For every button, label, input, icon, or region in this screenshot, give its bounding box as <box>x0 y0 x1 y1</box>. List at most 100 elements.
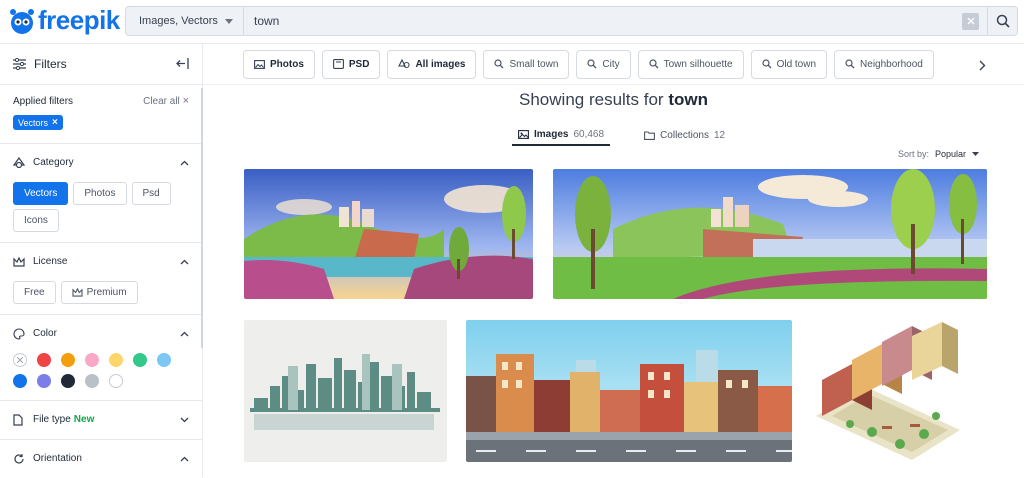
caret-down-icon <box>972 152 980 156</box>
orientation-title: Orientation <box>33 453 82 464</box>
filters-title: Filters <box>34 57 67 71</box>
result-image-1[interactable] <box>244 169 533 299</box>
category-option-photos[interactable]: Photos <box>73 181 127 205</box>
color-swatch[interactable] <box>133 352 147 367</box>
license-option-free[interactable]: Free <box>13 280 56 304</box>
crown-icon <box>13 256 27 267</box>
category-option-vectors[interactable]: Vectors <box>13 181 69 205</box>
tags-next-button[interactable] <box>979 59 986 74</box>
results-query: town <box>668 90 708 109</box>
no-color-icon <box>17 356 23 363</box>
chevron-up-icon <box>180 257 189 267</box>
result-image-5[interactable] <box>812 320 961 462</box>
result-image-4[interactable] <box>466 320 792 462</box>
category-options: Vectors Photos Psd Icons <box>13 181 189 242</box>
file-type-header[interactable]: File type New <box>13 401 189 439</box>
clear-search-button[interactable] <box>962 12 979 30</box>
color-swatch[interactable] <box>61 373 75 388</box>
chevron-up-icon <box>180 158 189 168</box>
tab-collections[interactable]: Collections 12 <box>638 124 731 146</box>
license-options: Free Premium <box>13 280 189 314</box>
tag-label: Old town <box>776 58 817 70</box>
search-icon <box>494 59 504 69</box>
chevron-up-icon <box>180 329 189 339</box>
image-icon <box>254 59 265 69</box>
license-header[interactable]: License <box>13 243 189 281</box>
color-swatch[interactable] <box>61 352 75 367</box>
search-button[interactable] <box>987 7 1017 35</box>
landscape-illustration <box>244 169 533 299</box>
tag-label: Photos <box>270 58 304 70</box>
category-title: Category <box>33 157 74 168</box>
category-icon <box>13 157 27 168</box>
search-type-select[interactable]: Images, Vectors <box>126 7 244 35</box>
tag-neighborhood[interactable]: Neighborhood <box>834 49 934 79</box>
color-header[interactable]: Color <box>13 315 189 353</box>
tags-fade <box>943 49 973 79</box>
crown-icon <box>72 287 83 297</box>
category-option-psd[interactable]: Psd <box>131 181 171 205</box>
tag-photos[interactable]: Photos <box>243 49 315 79</box>
sort-value: Popular <box>935 149 967 159</box>
chevron-right-icon <box>979 60 986 71</box>
category-header[interactable]: Category <box>13 144 189 182</box>
sliders-icon <box>13 58 26 70</box>
color-swatch[interactable] <box>157 352 171 367</box>
main-content: Photos PSD All images Small town City To… <box>203 44 1024 477</box>
tab-images[interactable]: Images 60,468 <box>512 124 611 146</box>
color-swatch[interactable] <box>13 373 27 388</box>
shapes-icon <box>398 59 411 69</box>
file-icon <box>13 413 27 426</box>
color-title: Color <box>33 328 57 339</box>
search-bar: Images, Vectors <box>125 6 1018 36</box>
color-swatch[interactable] <box>109 373 123 388</box>
search-input[interactable] <box>244 7 962 35</box>
remove-chip-icon[interactable]: × <box>52 117 58 128</box>
orientation-header[interactable]: Orientation <box>13 440 189 478</box>
tag-old-town[interactable]: Old town <box>750 49 828 79</box>
tag-label: Neighborhood <box>860 58 923 70</box>
color-swatch[interactable] <box>13 352 27 367</box>
search-icon <box>649 59 659 69</box>
landscape-illustration <box>553 169 987 299</box>
color-swatch[interactable] <box>85 352 99 367</box>
tag-city[interactable]: City <box>576 49 631 79</box>
file-type-section: File type New <box>0 401 202 440</box>
color-swatch[interactable] <box>37 352 51 367</box>
tag-label: All images <box>415 58 466 70</box>
tag-town-silhouette[interactable]: Town silhouette <box>637 49 744 79</box>
search-icon <box>996 14 1010 28</box>
close-icon <box>967 17 974 25</box>
results-prefix: Showing results for <box>519 90 664 109</box>
tag-label: Small town <box>509 58 559 70</box>
images-icon <box>518 129 529 139</box>
search-icon <box>587 59 597 69</box>
search-icon <box>845 59 855 69</box>
tag-label: PSD <box>348 58 370 70</box>
filters-sidebar: Filters Applied filters Clear all × Vect… <box>0 44 203 477</box>
color-section: Color <box>0 315 202 401</box>
sort-control[interactable]: Sort by: Popular <box>898 149 980 159</box>
tag-small-town[interactable]: Small town <box>483 49 570 79</box>
collapse-left-icon <box>176 57 189 69</box>
collapse-sidebar-button[interactable] <box>176 57 189 72</box>
applied-chip-vectors[interactable]: Vectors × <box>13 115 63 130</box>
result-image-3[interactable] <box>244 320 447 462</box>
color-swatches <box>13 352 189 400</box>
search-icon <box>761 59 772 69</box>
tag-all-images[interactable]: All images <box>387 49 477 79</box>
rotate-icon <box>13 453 27 465</box>
clear-all-button[interactable]: Clear all × <box>143 95 189 107</box>
color-swatch[interactable] <box>85 373 99 388</box>
result-image-2[interactable] <box>553 169 987 299</box>
applied-chip-label: Vectors <box>18 117 49 128</box>
color-swatch[interactable] <box>109 352 123 367</box>
tag-label: City <box>602 58 620 70</box>
category-option-icons[interactable]: Icons <box>13 208 59 232</box>
result-tabs: Images 60,468 Collections 12 <box>512 124 731 146</box>
color-swatch[interactable] <box>37 373 51 388</box>
freepik-logo-icon <box>10 8 34 34</box>
freepik-logo[interactable]: freepik <box>8 5 120 36</box>
license-option-premium[interactable]: Premium <box>60 280 138 304</box>
tag-psd[interactable]: PSD <box>321 49 381 79</box>
